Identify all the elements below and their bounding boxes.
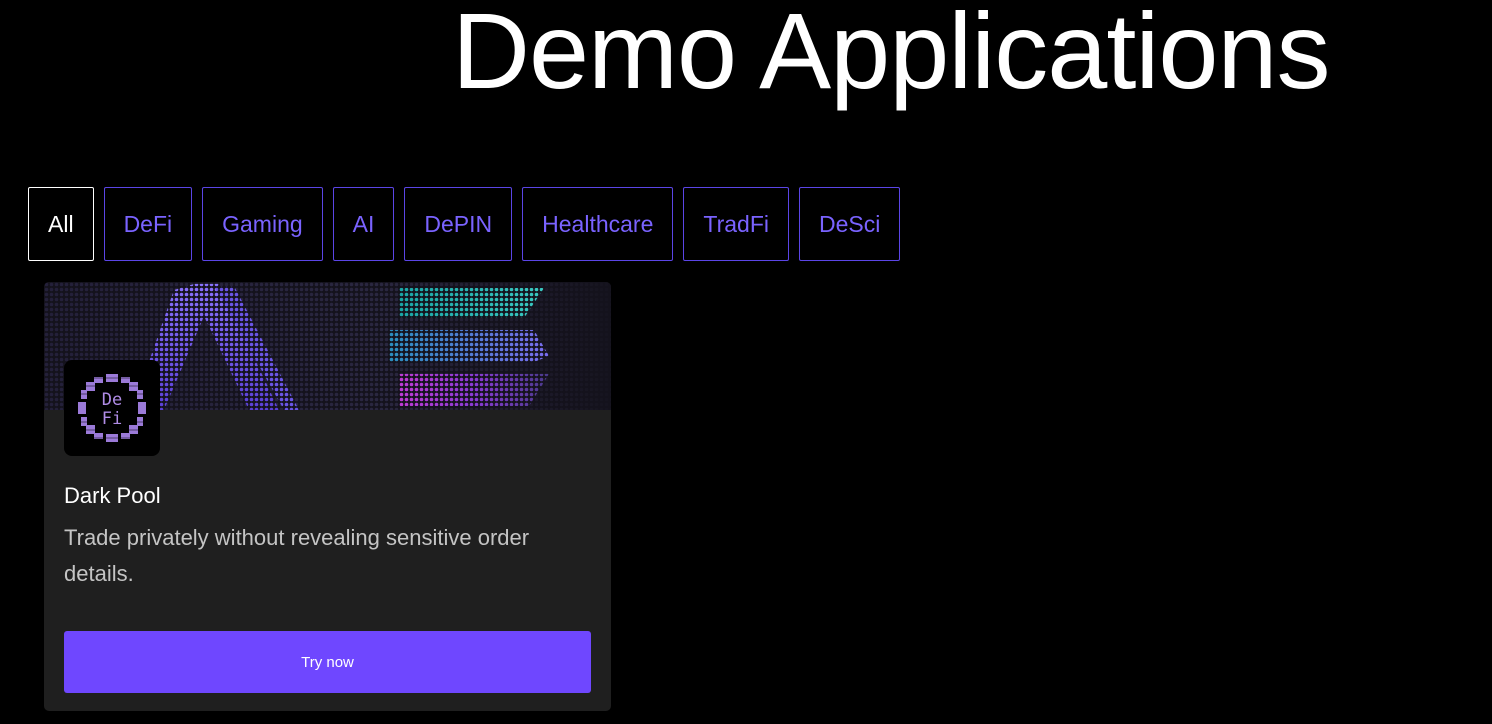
app-card-dark-pool: De Fi Dark Pool Trade privately without … xyxy=(44,282,611,711)
page: Demo Applications All DeFi Gaming AI DeP… xyxy=(0,0,1492,724)
defi-logo: De Fi xyxy=(64,360,160,456)
logo-text-top: De xyxy=(102,390,122,410)
try-now-button[interactable]: Try now xyxy=(64,631,591,693)
filter-depin[interactable]: DePIN xyxy=(404,187,513,261)
card-description: Trade privately without revealing sensit… xyxy=(64,525,530,586)
filter-defi[interactable]: DeFi xyxy=(103,187,193,261)
filter-all[interactable]: All xyxy=(28,187,94,261)
logo-text-bottom: Fi xyxy=(102,409,122,429)
filter-healthcare[interactable]: Healthcare xyxy=(522,187,674,261)
category-filter-bar: All DeFi Gaming AI DePIN Healthcare Trad… xyxy=(28,187,901,261)
page-title: Demo Applications xyxy=(452,0,1330,111)
filter-ai[interactable]: AI xyxy=(332,187,395,261)
defi-gear-icon: De Fi xyxy=(76,374,148,442)
filter-gaming[interactable]: Gaming xyxy=(202,187,323,261)
card-title: Dark Pool xyxy=(64,483,161,508)
filter-desci[interactable]: DeSci xyxy=(799,187,901,261)
filter-tradfi[interactable]: TradFi xyxy=(683,187,789,261)
